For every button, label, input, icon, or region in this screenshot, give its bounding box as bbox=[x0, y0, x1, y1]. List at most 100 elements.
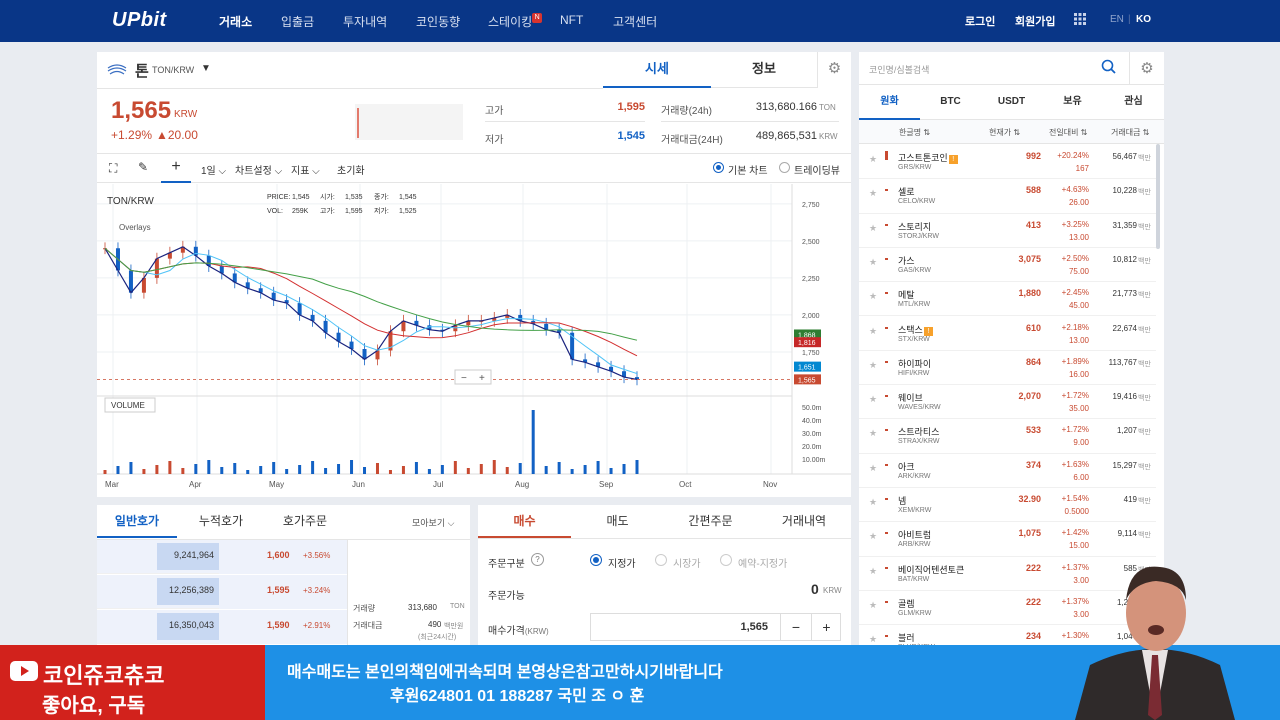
tab-sell[interactable]: 매도 bbox=[571, 505, 664, 538]
favorite-star-icon[interactable]: ★ bbox=[869, 600, 877, 611]
favorite-star-icon[interactable]: ★ bbox=[869, 257, 877, 268]
favorite-star-icon[interactable]: ★ bbox=[869, 360, 877, 371]
market-order-radio[interactable] bbox=[655, 554, 667, 566]
nav-support[interactable]: 고객센터 bbox=[613, 13, 657, 30]
list-settings-gear-icon[interactable]: ⚙ bbox=[1129, 52, 1164, 85]
reset-button[interactable]: 초기화 bbox=[337, 162, 365, 177]
ask-price-cell[interactable]: 1,590 +2.91% bbox=[219, 610, 347, 644]
market-row[interactable]: ★ 가스 GAS/KRW 3,075 +2.50% 75.00 10,812 백… bbox=[859, 248, 1156, 283]
fullscreen-icon[interactable]: ⛶ bbox=[109, 161, 117, 176]
market-row[interactable]: ★ 아비트럼 ARB/KRW 1,075 +1.42% 15.00 9,114 … bbox=[859, 522, 1156, 557]
header-name[interactable]: 한글명 ⇅ bbox=[899, 127, 930, 138]
low-value: 1,545 bbox=[617, 130, 645, 142]
favorite-star-icon[interactable]: ★ bbox=[869, 154, 877, 165]
market-tab[interactable]: 원화 bbox=[859, 85, 920, 120]
coin-change-pct: +3.25% bbox=[1061, 219, 1089, 229]
tab-cumulative-orderbook[interactable]: 누적호가 bbox=[181, 505, 261, 538]
zoom-in-button[interactable]: + bbox=[479, 373, 485, 384]
interval-select[interactable]: 1일 ⌵ bbox=[201, 162, 226, 177]
tab-info[interactable]: 정보 bbox=[711, 52, 817, 88]
nav-coin-trends[interactable]: 코인동향 bbox=[416, 13, 460, 30]
orderbook-row[interactable]: 12,256,389 1,595 +3.24% bbox=[97, 575, 347, 609]
change-marker-icon bbox=[885, 223, 888, 226]
ask-price-cell[interactable]: 1,595 +3.24% bbox=[219, 575, 347, 609]
signup-link[interactable]: 회원가입 bbox=[1015, 13, 1055, 29]
market-row[interactable]: ★ 고스트톤코인! GRS/KRW 992 +20.24% 167 56,467… bbox=[859, 145, 1156, 180]
tab-orderbook-order[interactable]: 호가주문 bbox=[265, 505, 345, 538]
favorite-star-icon[interactable]: ★ bbox=[869, 394, 877, 405]
market-tab[interactable]: 보유 bbox=[1042, 85, 1103, 120]
price-decrease-button[interactable]: − bbox=[780, 614, 811, 640]
coin-search-input[interactable]: 코인명/심볼검색 bbox=[859, 52, 1129, 85]
favorite-star-icon[interactable]: ★ bbox=[869, 463, 877, 474]
chart-settings-select[interactable]: 차트설정 ⌵ bbox=[235, 162, 282, 177]
market-tab[interactable]: USDT bbox=[981, 85, 1042, 120]
favorite-star-icon[interactable]: ★ bbox=[869, 188, 877, 199]
info-volume: 313,680 bbox=[408, 603, 437, 612]
header-volume[interactable]: 거래대금 ⇅ bbox=[1111, 127, 1149, 138]
lang-ko[interactable]: KO bbox=[1136, 14, 1151, 25]
market-row[interactable]: ★ 셀로 CELO/KRW 588 +4.63% 26.00 10,228 백만 bbox=[859, 179, 1156, 214]
coin-volume: 9,114 bbox=[1117, 529, 1137, 539]
nav-investments[interactable]: 투자내역 bbox=[343, 13, 387, 30]
favorite-star-icon[interactable]: ★ bbox=[869, 428, 877, 439]
volume-bar bbox=[285, 469, 289, 474]
search-icon[interactable] bbox=[1101, 59, 1117, 80]
draw-pencil-icon[interactable]: ✎ bbox=[138, 160, 148, 174]
basic-chart-radio[interactable] bbox=[713, 162, 724, 173]
market-scrollbar[interactable] bbox=[1156, 144, 1160, 249]
apps-grid-icon[interactable] bbox=[1074, 13, 1086, 28]
market-tab[interactable]: 관심 bbox=[1103, 85, 1164, 120]
market-row[interactable]: ★ 메탈 MTL/KRW 1,880 +2.45% 45.00 21,773 백… bbox=[859, 282, 1156, 317]
reserved-order-radio[interactable] bbox=[720, 554, 732, 566]
market-row[interactable]: ★ 스트라티스 STRAX/KRW 533 +1.72% 9.00 1,207 … bbox=[859, 419, 1156, 454]
market-row[interactable]: ★ 스토리지 STORJ/KRW 413 +3.25% 13.00 31,359… bbox=[859, 214, 1156, 248]
tab-buy[interactable]: 매수 bbox=[478, 505, 571, 538]
market-tab[interactable]: BTC bbox=[920, 85, 981, 120]
tab-simple-order[interactable]: 간편주문 bbox=[664, 505, 757, 538]
zoom-out-button[interactable]: − bbox=[461, 373, 467, 384]
upbit-logo[interactable]: UPbit bbox=[112, 9, 167, 32]
crosshair-icon[interactable]: + bbox=[161, 154, 191, 183]
orderbook-row[interactable]: 9,241,964 1,600 +3.56% bbox=[97, 540, 347, 574]
header-price[interactable]: 현재가 ⇅ bbox=[989, 127, 1020, 138]
login-link[interactable]: 로그인 bbox=[965, 13, 995, 29]
favorite-star-icon[interactable]: ★ bbox=[869, 291, 877, 302]
nav-staking[interactable]: 스테이킹 N bbox=[488, 13, 543, 30]
header-change[interactable]: 전일대비 ⇅ bbox=[1049, 127, 1087, 138]
settings-gear-icon[interactable]: ⚙ bbox=[817, 52, 851, 88]
tab-trade-history[interactable]: 거래내역 bbox=[757, 505, 851, 538]
coin-symbol: STX/KRW bbox=[898, 335, 930, 343]
ask-price-cell[interactable]: 1,600 +3.56% bbox=[219, 540, 347, 574]
market-row[interactable]: ★ 하이파이 HIFI/KRW 864 +1.89% 16.00 113,767… bbox=[859, 351, 1156, 386]
orderbook-row[interactable]: 16,350,043 1,590 +2.91% bbox=[97, 610, 347, 644]
coin-change-pct: +1.72% bbox=[1061, 391, 1089, 401]
coin-select-chevron-icon[interactable]: ▼ bbox=[201, 63, 211, 74]
price-chart[interactable]: 2,750 2,500 2,250 2,000 1,750 Mar Apr May Jun Jul… bbox=[97, 184, 851, 494]
limit-order-radio[interactable] bbox=[590, 554, 602, 566]
market-row[interactable]: ★ 웨이브 WAVES/KRW 2,070 +1.72% 35.00 19,41… bbox=[859, 385, 1156, 420]
tab-market[interactable]: 시세 bbox=[603, 52, 711, 88]
tradingview-radio[interactable] bbox=[779, 162, 790, 173]
coin-volume-unit: 백만 bbox=[1138, 189, 1151, 197]
market-row[interactable]: ★ 넴 XEM/KRW 32.90 +1.54% 0.5000 419 백만 bbox=[859, 488, 1156, 523]
market-row[interactable]: ★ 스택스! STX/KRW 610 +2.18% 13.00 22,674 백… bbox=[859, 317, 1156, 351]
nav-nft[interactable]: NFT bbox=[560, 13, 583, 27]
market-order-label: 시장가 bbox=[673, 559, 701, 570]
help-icon[interactable]: ? bbox=[531, 553, 544, 566]
nav-exchange[interactable]: 거래소 bbox=[219, 13, 252, 30]
nav-deposit[interactable]: 입출금 bbox=[281, 13, 314, 30]
favorite-star-icon[interactable]: ★ bbox=[869, 566, 877, 577]
buy-price-input[interactable]: 1,565 − + bbox=[590, 613, 841, 641]
favorite-star-icon[interactable]: ★ bbox=[869, 223, 877, 234]
favorite-star-icon[interactable]: ★ bbox=[869, 634, 877, 645]
tab-general-orderbook[interactable]: 일반호가 bbox=[97, 505, 177, 538]
favorite-star-icon[interactable]: ★ bbox=[869, 326, 877, 337]
lang-en[interactable]: EN bbox=[1110, 14, 1124, 25]
price-increase-button[interactable]: + bbox=[811, 614, 841, 640]
view-select[interactable]: 모아보기 ⌵ bbox=[412, 516, 454, 529]
favorite-star-icon[interactable]: ★ bbox=[869, 531, 877, 542]
indicator-select[interactable]: 지표 ⌵ bbox=[291, 162, 320, 177]
favorite-star-icon[interactable]: ★ bbox=[869, 497, 877, 508]
market-row[interactable]: ★ 아크 ARK/KRW 374 +1.63% 6.00 15,297 백만 bbox=[859, 454, 1156, 488]
